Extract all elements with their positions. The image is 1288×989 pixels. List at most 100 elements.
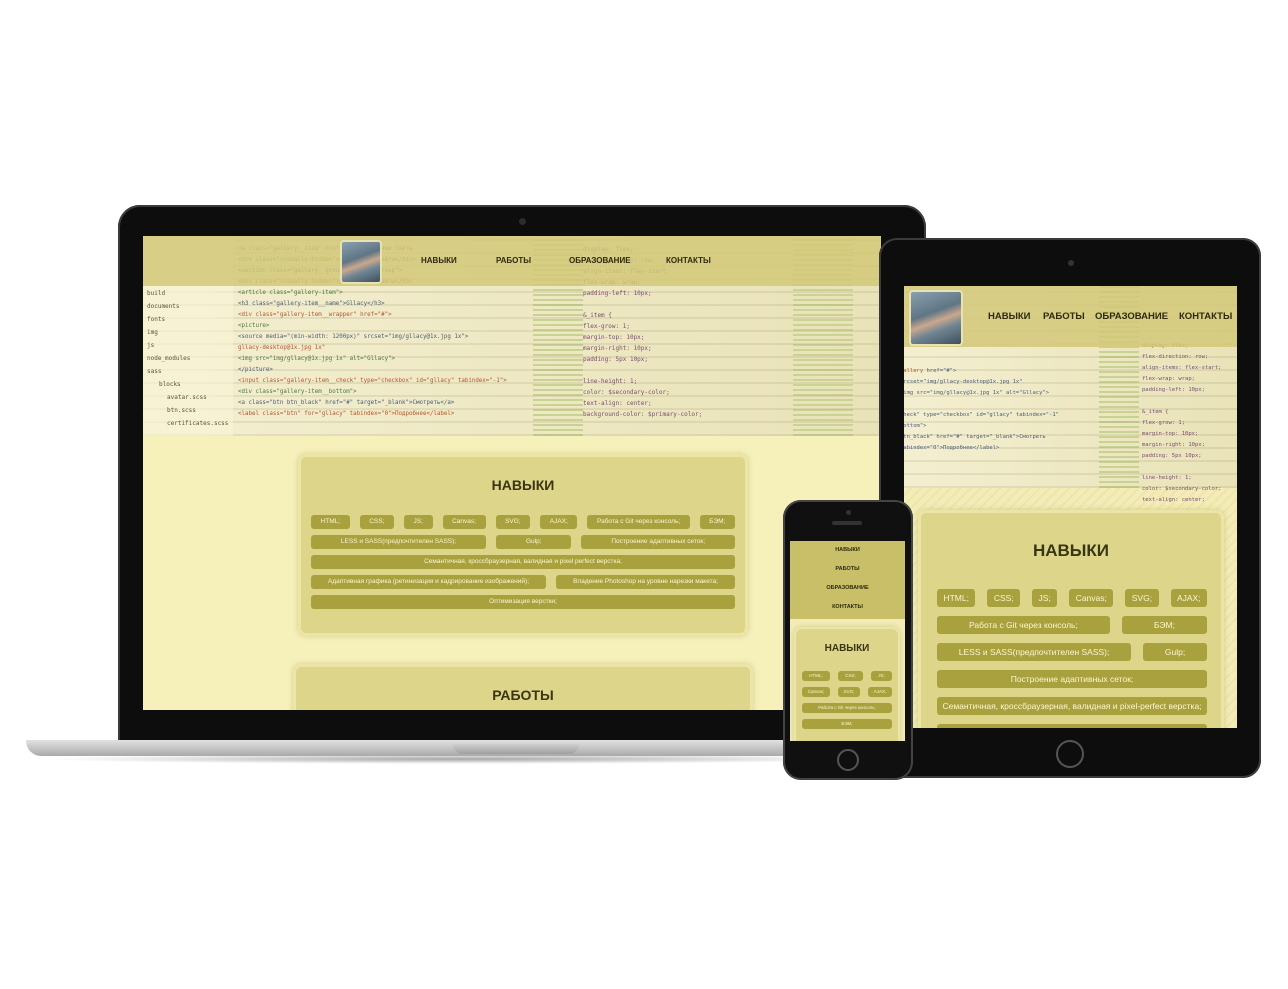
- file-tree-item[interactable]: js: [145, 342, 233, 355]
- tablet-home-button[interactable]: [1056, 740, 1084, 768]
- skill-chip: Gulp;: [496, 535, 572, 549]
- tablet-skills-list: HTML; CSS; JS; Canvas; SVG; AJAX; Работа с Git…: [937, 589, 1208, 728]
- skill-chip: SVG;: [1125, 589, 1159, 607]
- phone-nav-works[interactable]: РАБОТЫ: [790, 566, 905, 572]
- phone-skills-title: НАВЫКИ: [824, 643, 870, 654]
- laptop-avatar: [340, 240, 382, 284]
- phone-menu: НАВЫКИ РАБОТЫ ОБРАЗОВАНИЕ КОНТАКТЫ: [790, 541, 905, 619]
- tablet-header: НАВЫКИ РАБОТЫ ОБРАЗОВАНИЕ КОНТАКТЫ: [904, 286, 1237, 347]
- skill-chip: JS;: [870, 671, 892, 681]
- skill-chip: Работа с Git через консоль;: [937, 616, 1110, 634]
- laptop-nav-contacts[interactable]: КОНТАКТЫ: [666, 256, 711, 265]
- skills-row: Семантичная, кроссбраузерная, валидная и…: [311, 555, 735, 569]
- file-tree-item[interactable]: documents: [145, 303, 233, 316]
- tablet-code-block: gallery href="#">srcset="img/gllacy-desk…: [904, 368, 1059, 451]
- tablet-nav-skills[interactable]: НАВЫКИ: [988, 311, 1031, 322]
- skill-chip: SVG;: [837, 687, 861, 697]
- skill-chip: Работа с Git через консоль;: [802, 703, 892, 713]
- skill-chip: Оптимизация верстки;: [311, 595, 735, 609]
- tablet-skills-card: НАВЫКИ HTML; CSS; JS; Canvas; SVG; AJAX; Работ…: [918, 510, 1224, 728]
- skills-row: Оптимизация верстки;: [311, 595, 735, 609]
- skill-chip: CSS;: [359, 515, 394, 529]
- laptop-skills-card: НАВЫКИ HTML; CSS; JS; Canvas; SVG; AJAX; Работ…: [298, 454, 748, 636]
- tablet-camera: [1068, 260, 1074, 266]
- phone-skills-card: НАВЫКИ HTML; CSS; JS; Canvas; SVG; AJAX; Работ…: [794, 627, 900, 741]
- tablet-avatar: [909, 290, 963, 346]
- skill-chip: LESS и SASS(предпочтителен SASS);: [937, 643, 1132, 661]
- skill-chip: Canvas;: [1069, 589, 1114, 607]
- skill-chip: Gulp;: [1143, 643, 1208, 661]
- skills-row: Работа с Git через консоль;: [802, 703, 892, 713]
- file-tree-item[interactable]: node_modules: [145, 355, 233, 368]
- skill-chip: SVG;: [495, 515, 531, 529]
- file-tree-item[interactable]: btn.scss: [145, 407, 233, 420]
- skill-chip: JS;: [403, 515, 433, 529]
- skill-chip: AJAX;: [540, 515, 578, 529]
- file-tree-item[interactable]: avatar.scss: [145, 394, 233, 407]
- skill-chip: Построение адаптивных сеток;: [937, 670, 1207, 688]
- skills-row: LESS и SASS(предпочтителен SASS); Gulp; По…: [311, 535, 736, 549]
- laptop-works-title: РАБОТЫ: [492, 687, 554, 703]
- skills-row: Построение адаптивных сеток;: [937, 670, 1207, 688]
- skill-chip: Адаптивная графика (ретинизация и кадрир…: [937, 724, 1207, 728]
- skills-row: Адаптивная графика (ретинизация и кадрир…: [937, 724, 1207, 728]
- skills-row: Canvas; SVG; AJAX;: [802, 687, 893, 697]
- laptop-camera: [519, 218, 526, 225]
- phone-nav-skills[interactable]: НАВЫКИ: [790, 547, 905, 553]
- skills-row: LESS и SASS(предпочтителен SASS); Gulp;: [937, 643, 1208, 661]
- skill-chip: LESS и SASS(предпочтителен SASS);: [311, 535, 487, 549]
- skill-chip: JS;: [1032, 589, 1058, 607]
- skill-chip: Построение адаптивных сеток;: [581, 535, 736, 549]
- phone-nav-education[interactable]: ОБРАЗОВАНИЕ: [790, 585, 905, 591]
- skill-chip: Адаптивная графика (ретинизация и кадрир…: [311, 575, 547, 589]
- file-tree-item[interactable]: fonts: [145, 316, 233, 329]
- tablet-nav-works[interactable]: РАБОТЫ: [1043, 311, 1085, 322]
- skill-chip: AJAX;: [1170, 589, 1207, 607]
- laptop-nav-skills[interactable]: НАВЫКИ: [421, 256, 457, 265]
- skill-chip: Canvas;: [442, 515, 486, 529]
- skills-row: HTML; CSS; JS; Canvas; SVG; AJAX; Работа с Git…: [311, 515, 735, 529]
- skill-chip: HTML;: [311, 515, 350, 529]
- skills-row: HTML; CSS; JS; Canvas; SVG; AJAX;: [937, 589, 1207, 607]
- skills-row: HTML; CSS; JS;: [802, 671, 892, 681]
- phone-screen: НАВЫКИ РАБОТЫ ОБРАЗОВАНИЕ КОНТАКТЫ НАВЫК…: [790, 541, 905, 741]
- phone-skills-list: HTML; CSS; JS; Canvas; SVG; AJAX; Работа с Git…: [802, 671, 893, 735]
- skill-chip: Владение Photoshop на уровне нарезки мак…: [556, 575, 735, 589]
- phone-home-button[interactable]: [837, 749, 859, 771]
- laptop-notch: [453, 744, 579, 754]
- skills-row: БЭМ;: [802, 719, 892, 729]
- tablet-nav-contacts[interactable]: КОНТАКТЫ: [1179, 311, 1232, 322]
- tablet-screen: gallery href="#">srcset="img/gllacy-desk…: [904, 286, 1237, 728]
- laptop-skills-title: НАВЫКИ: [491, 477, 555, 493]
- laptop-skills-list: HTML; CSS; JS; Canvas; SVG; AJAX; Работа с Git…: [311, 515, 736, 615]
- skill-chip: БЭМ;: [699, 515, 735, 529]
- tablet-css-block: display: flex;flex-direction: row;align-…: [1142, 343, 1222, 503]
- tablet-nav-education[interactable]: ОБРАЗОВАНИЕ: [1095, 311, 1168, 322]
- skills-row: Семантичная, кроссбраузерная, валидная и…: [937, 697, 1207, 715]
- skill-chip: БЭМ;: [1121, 616, 1208, 634]
- skill-chip: HTML;: [937, 589, 976, 607]
- file-tree-item[interactable]: blocks: [145, 381, 233, 394]
- skill-chip: CSS;: [837, 671, 863, 681]
- skill-chip: Семантичная, кроссбраузерная, валидная и…: [937, 697, 1207, 715]
- laptop-nav-works[interactable]: РАБОТЫ: [496, 256, 531, 265]
- tablet-skills-title: НАВЫКИ: [1032, 541, 1110, 560]
- laptop-header: НАВЫКИ РАБОТЫ ОБРАЗОВАНИЕ КОНТАКТЫ: [143, 236, 881, 286]
- skill-chip: HTML;: [802, 671, 830, 681]
- phone-camera: [846, 510, 851, 515]
- file-tree-item[interactable]: certificates.scss: [145, 420, 233, 433]
- skills-row: Работа с Git через консоль; БЭМ;: [937, 616, 1208, 634]
- skill-chip: Работа с Git через консоль;: [587, 515, 690, 529]
- skill-chip: AJAX;: [868, 687, 893, 697]
- skill-chip: Canvas;: [802, 687, 830, 697]
- phone-nav-contacts[interactable]: КОНТАКТЫ: [790, 604, 905, 610]
- skill-chip: БЭМ;: [802, 719, 892, 729]
- laptop-works-card: РАБОТЫ: [293, 664, 753, 710]
- file-tree-item[interactable]: img: [145, 329, 233, 342]
- phone-speaker: [832, 521, 862, 525]
- laptop-nav-education[interactable]: ОБРАЗОВАНИЕ: [569, 256, 631, 265]
- file-tree-item[interactable]: build: [145, 290, 233, 303]
- laptop-screen: <a class="gallery__item" href="#">Адапти…: [143, 236, 881, 710]
- file-tree-item[interactable]: sass: [145, 368, 233, 381]
- skill-chip: CSS;: [987, 589, 1021, 607]
